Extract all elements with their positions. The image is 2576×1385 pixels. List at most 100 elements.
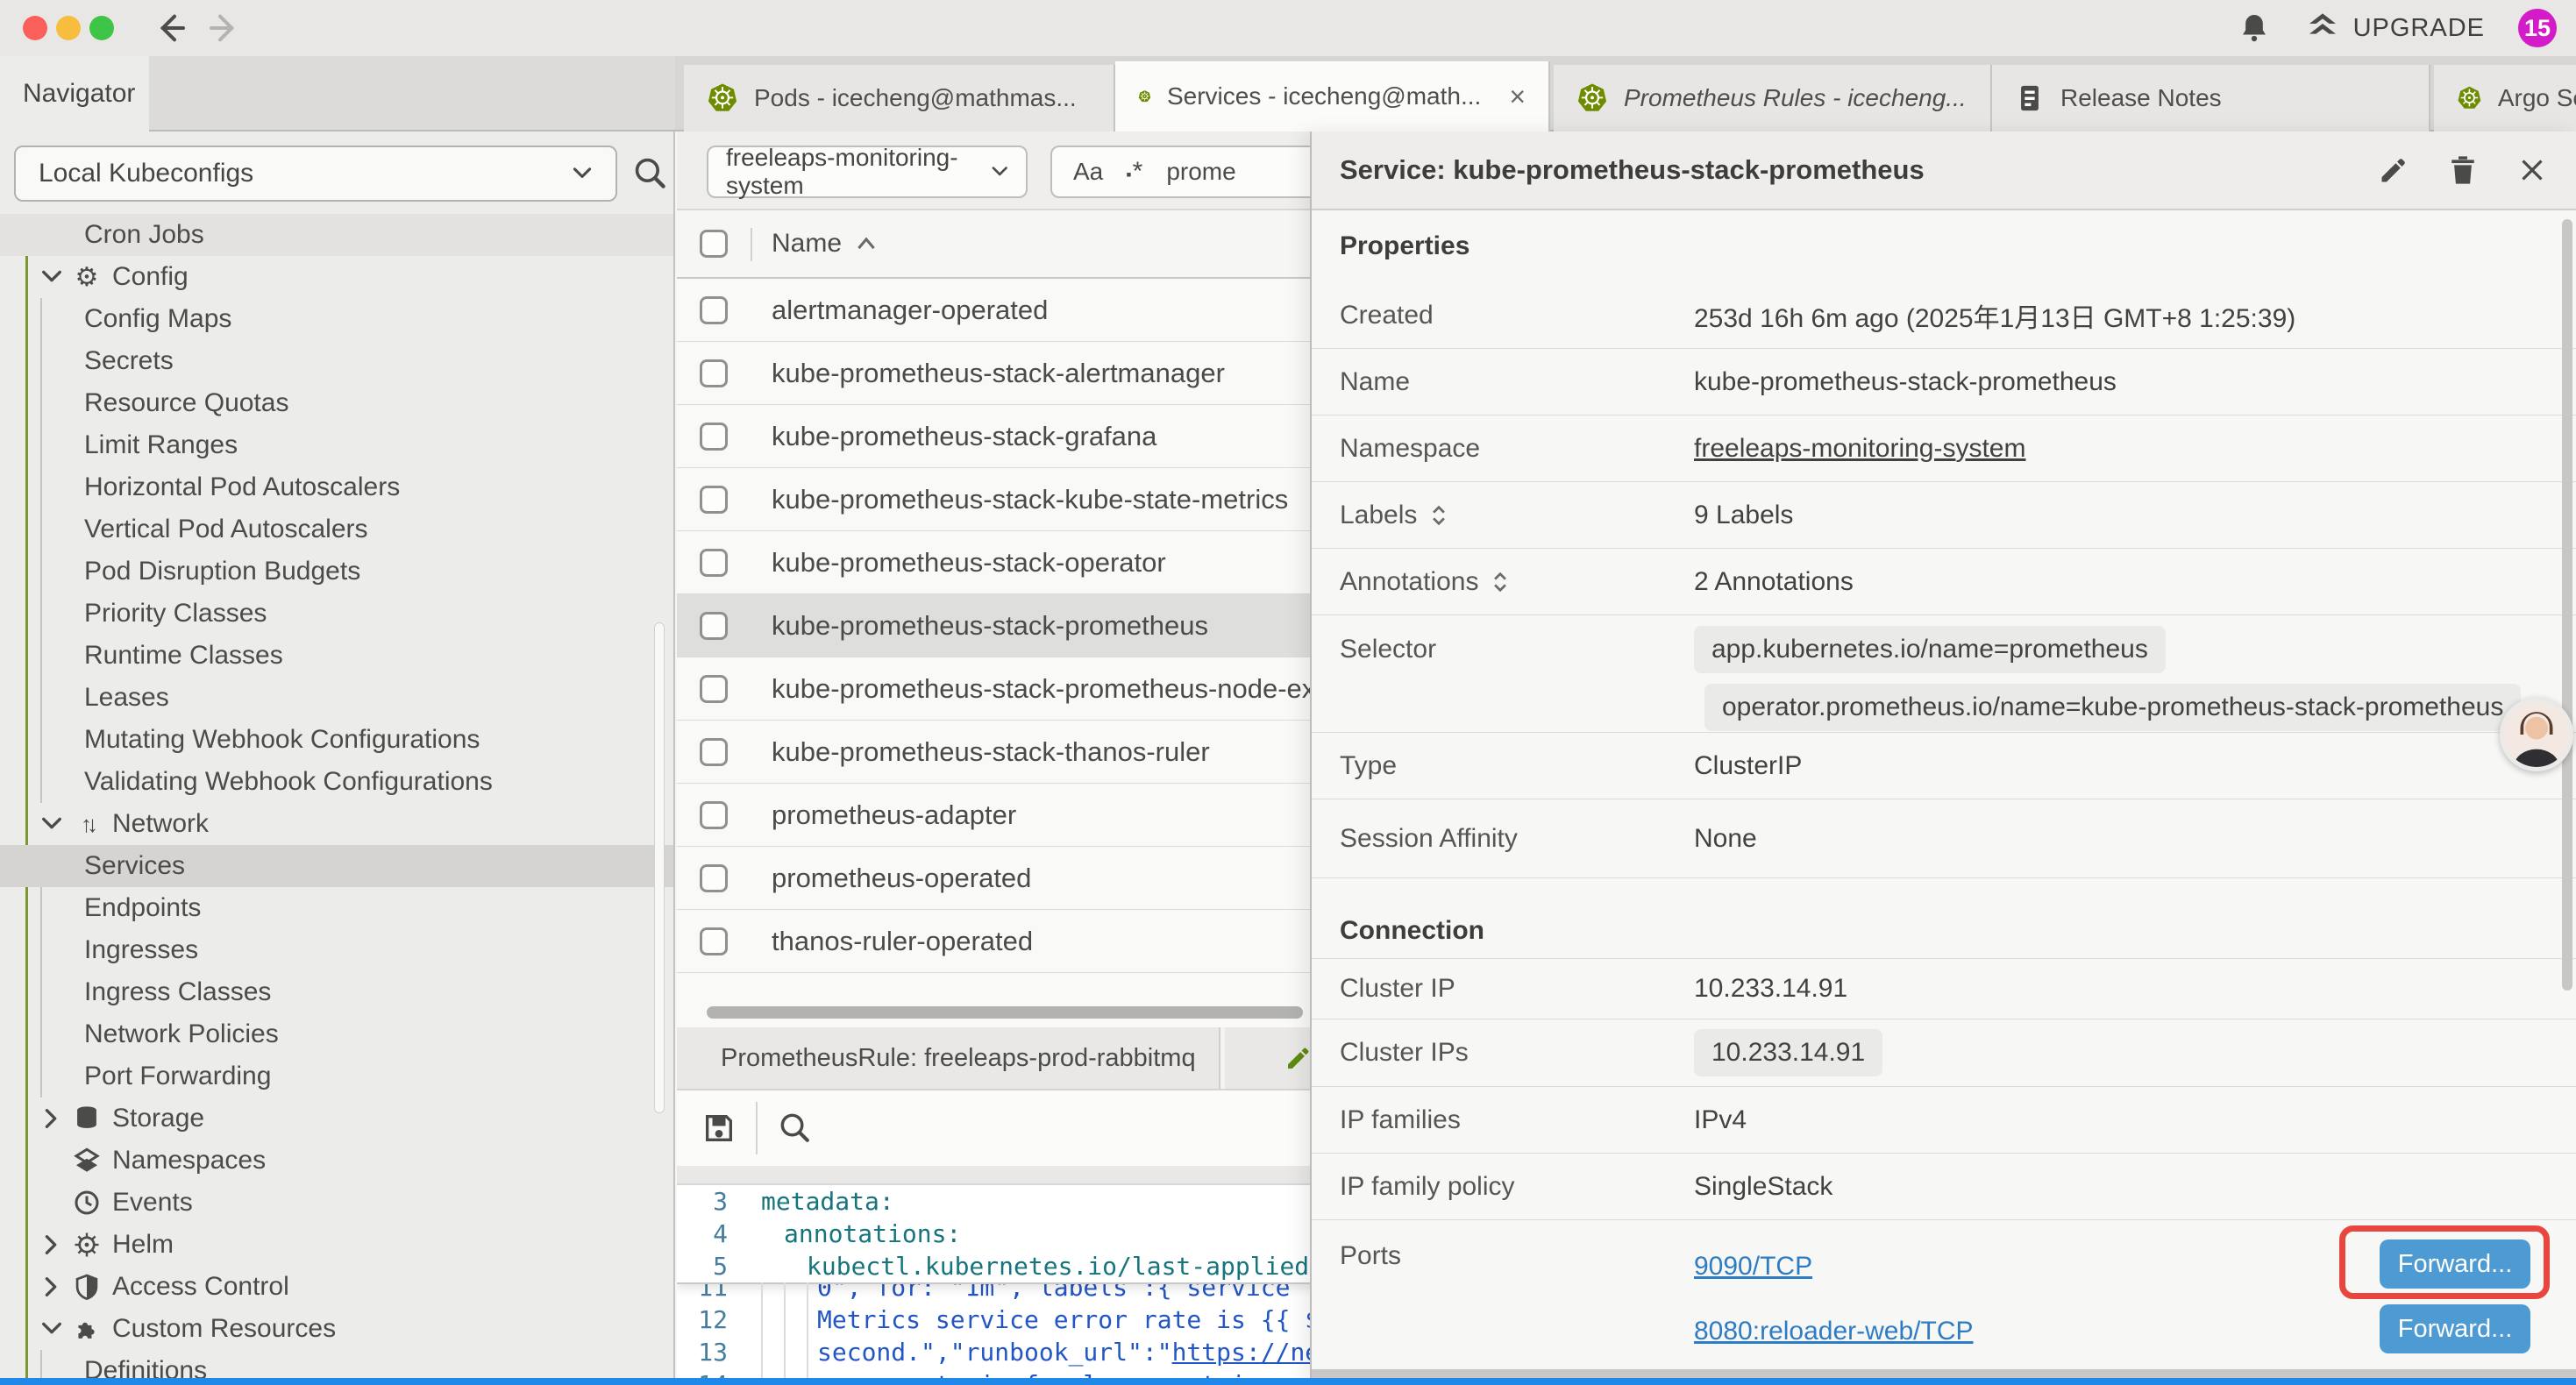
horizontal-scrollbar[interactable]: [707, 1006, 1303, 1019]
tree-item-endpoints[interactable]: Endpoints: [0, 887, 675, 929]
detail-row-session-affinity: Session Affinity None: [1312, 799, 2576, 878]
avatar-person-icon: [2504, 702, 2569, 767]
edit-pencil-icon[interactable]: [2378, 154, 2409, 186]
close-window-button[interactable]: [23, 16, 47, 40]
save-icon[interactable]: [701, 1111, 737, 1146]
tree-group-config[interactable]: ⚙ Config: [0, 256, 675, 298]
row-checkbox[interactable]: [700, 864, 728, 892]
chevron-right-icon[interactable]: [40, 1233, 63, 1256]
tree-item-events[interactable]: Events: [0, 1182, 675, 1224]
tree-item-ingress-classes[interactable]: Ingress Classes: [0, 971, 675, 1013]
select-all-checkbox[interactable]: [700, 230, 728, 258]
tree-group-helm[interactable]: Helm: [0, 1224, 675, 1266]
detail-label[interactable]: Labels: [1340, 501, 1694, 530]
namespace-filter-select[interactable]: freeleaps-monitoring-system: [707, 146, 1028, 198]
tree-item-mutating-webhook-configurations[interactable]: Mutating Webhook Configurations: [0, 719, 675, 761]
namespace-link[interactable]: freeleaps-monitoring-system: [1694, 434, 2025, 464]
chevron-down-icon[interactable]: [40, 1318, 63, 1340]
navigator-panel-tab[interactable]: Navigator: [0, 56, 149, 131]
row-checkbox[interactable]: [700, 675, 728, 703]
tree-group-storage[interactable]: Storage: [0, 1097, 675, 1140]
tree-item-vertical-pod-autoscalers[interactable]: Vertical Pod Autoscalers: [0, 508, 675, 550]
tree-item-cron-jobs[interactable]: Cron Jobs: [0, 214, 675, 256]
tree-item-network-policies[interactable]: Network Policies: [0, 1013, 675, 1055]
tab-pods[interactable]: Pods - icecheng@mathmas...: [684, 65, 1115, 131]
row-checkbox[interactable]: [700, 738, 728, 766]
forward-arrow-icon[interactable]: [207, 11, 242, 46]
kubeconfig-select[interactable]: Local Kubeconfigs: [14, 146, 617, 202]
back-arrow-icon[interactable]: [153, 11, 188, 46]
detail-label[interactable]: Annotations: [1340, 567, 1694, 597]
tree-item-limit-ranges[interactable]: Limit Ranges: [0, 424, 675, 466]
forward-button-8080[interactable]: Forward...: [2380, 1304, 2530, 1353]
row-checkbox[interactable]: [700, 423, 728, 451]
match-case-toggle[interactable]: Aa: [1073, 158, 1103, 186]
tree-item-pod-disruption-budgets[interactable]: Pod Disruption Budgets: [0, 550, 675, 593]
tab-close-icon[interactable]: ×: [1509, 81, 1526, 113]
tree-item-ingresses[interactable]: Ingresses: [0, 929, 675, 971]
search-icon[interactable]: [633, 156, 668, 191]
chevron-right-icon[interactable]: [40, 1107, 63, 1130]
tab-prometheus-rules[interactable]: Prometheus Rules - icecheng...: [1554, 65, 1992, 131]
row-checkbox[interactable]: [700, 359, 728, 387]
connection-heading: Connection: [1312, 878, 2576, 959]
tree-item-label: Network Policies: [84, 1019, 279, 1049]
selector-chip[interactable]: operator.prometheus.io/name=kube-prometh…: [1704, 684, 2521, 731]
tree-item-port-forwarding[interactable]: Port Forwarding: [0, 1055, 675, 1097]
row-checkbox[interactable]: [700, 486, 728, 514]
editor-search-icon[interactable]: [779, 1112, 812, 1145]
row-checkbox[interactable]: [700, 612, 728, 640]
chevron-down-icon[interactable]: [40, 266, 63, 288]
yaml-text: 0", for: "1m", labels :{ service :: [747, 1284, 1334, 1303]
forward-button-highlight-annotation: [2339, 1225, 2550, 1299]
name-column-header[interactable]: Name: [772, 229, 877, 259]
tree-item-label: Pod Disruption Budgets: [84, 557, 360, 586]
tree-item-config-maps[interactable]: Config Maps: [0, 298, 675, 340]
service-details-panel: Service: kube-prometheus-stack-prometheu…: [1310, 131, 2576, 1385]
tab-release-notes[interactable]: Release Notes: [1992, 65, 2430, 131]
line-number: 13: [677, 1336, 747, 1368]
pencil-icon: [1284, 1044, 1313, 1072]
tree-item-priority-classes[interactable]: Priority Classes: [0, 593, 675, 635]
maximize-window-button[interactable]: [89, 16, 114, 40]
tab-services[interactable]: Services - icecheng@math... ×: [1115, 61, 1550, 131]
editor-tab-label: PrometheusRule: freeleaps-prod-rabbitmq: [721, 1044, 1196, 1073]
notification-count-badge[interactable]: 15: [2518, 9, 2557, 47]
regex-toggle[interactable]: ▪*: [1126, 157, 1143, 187]
user-avatar[interactable]: [2500, 698, 2573, 771]
close-icon[interactable]: [2516, 154, 2548, 186]
notifications-bell-icon[interactable]: [2238, 11, 2271, 46]
row-checkbox[interactable]: [700, 801, 728, 829]
tree-item-leases[interactable]: Leases: [0, 677, 675, 719]
port-link-9090[interactable]: 9090/TCP: [1694, 1252, 1812, 1282]
tree-group-network[interactable]: ↑↓ Network: [0, 803, 675, 845]
tab-argo[interactable]: Argo Se: [2434, 65, 2576, 131]
tree-item-services[interactable]: Services: [0, 845, 675, 887]
detail-row-cluster-ip: Cluster IP 10.233.14.91: [1312, 959, 2576, 1019]
tree-group-custom-resources[interactable]: Custom Resources: [0, 1308, 675, 1350]
details-scrollbar[interactable]: [2562, 219, 2572, 991]
tree-item-validating-webhook-configurations[interactable]: Validating Webhook Configurations: [0, 761, 675, 803]
selector-chip[interactable]: app.kubernetes.io/name=prometheus: [1694, 626, 2166, 673]
upgrade-button[interactable]: UPGRADE: [2304, 11, 2485, 46]
row-checkbox[interactable]: [700, 927, 728, 955]
trash-icon[interactable]: [2448, 153, 2478, 187]
sidebar-scrollbar[interactable]: [654, 622, 665, 1113]
line-number: 3: [677, 1185, 747, 1218]
row-checkbox[interactable]: [700, 296, 728, 324]
tab-label: Release Notes: [2060, 84, 2222, 112]
tree-item-runtime-classes[interactable]: Runtime Classes: [0, 635, 675, 677]
tree-item-resource-quotas[interactable]: Resource Quotas: [0, 382, 675, 424]
minimize-window-button[interactable]: [56, 16, 81, 40]
chevron-right-icon[interactable]: [40, 1275, 63, 1298]
editor-tab-prometheusrule[interactable]: PrometheusRule: freeleaps-prod-rabbitmq: [677, 1027, 1220, 1089]
chevron-down-icon[interactable]: [40, 813, 63, 835]
tree-item-horizontal-pod-autoscalers[interactable]: Horizontal Pod Autoscalers: [0, 466, 675, 508]
row-checkbox[interactable]: [700, 549, 728, 577]
port-link-8080[interactable]: 8080:reloader-web/TCP: [1694, 1317, 1974, 1346]
tree-group-access-control[interactable]: Access Control: [0, 1266, 675, 1308]
tab-label: Prometheus Rules - icecheng...: [1624, 84, 1967, 112]
tree-item-namespaces[interactable]: Namespaces: [0, 1140, 675, 1182]
upgrade-label: UPGRADE: [2353, 14, 2485, 43]
tree-item-secrets[interactable]: Secrets: [0, 340, 675, 382]
